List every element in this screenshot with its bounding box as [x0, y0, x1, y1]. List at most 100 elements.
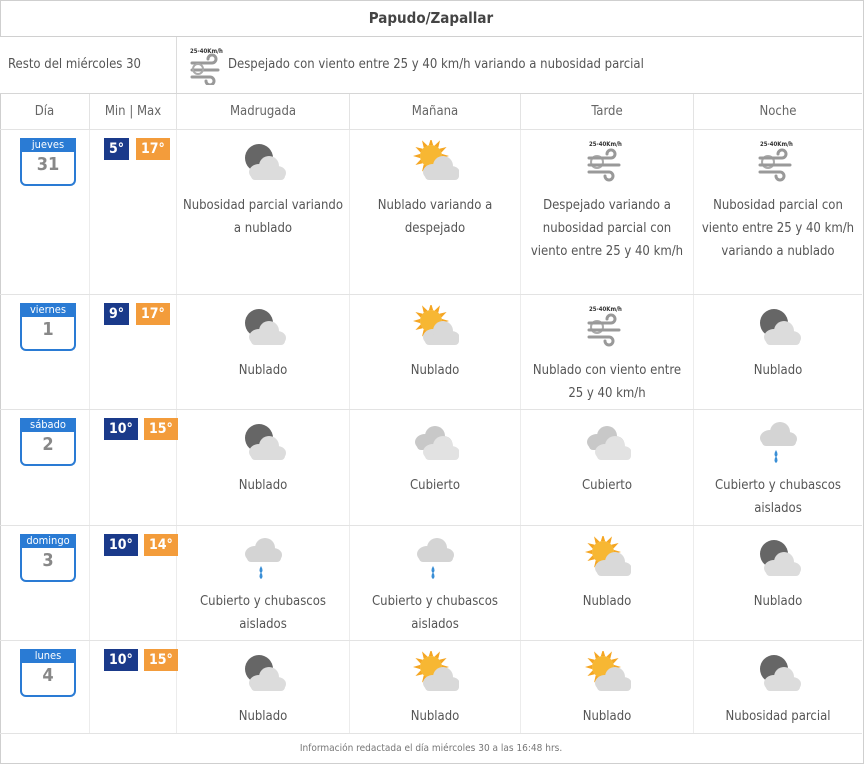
period-forecast: Cubierto y chubascos aislados — [372, 594, 498, 632]
period-forecast: Nublado — [410, 709, 460, 724]
wind-icon: 25-40Km/h — [587, 306, 622, 347]
overcast-icon — [415, 426, 459, 460]
night-cloudy-icon — [760, 309, 801, 345]
calendar-icon: sábado 2 — [20, 418, 76, 466]
period-forecast: Nublado — [753, 594, 803, 609]
day-number: 31 — [36, 154, 60, 175]
max-temp: 15° — [144, 649, 178, 671]
rain-cloud-icon — [417, 538, 454, 579]
period-forecast: Cubierto y chubascos aislados — [715, 478, 841, 516]
max-temp: 15° — [144, 418, 178, 440]
sun-cloud-icon — [413, 305, 459, 345]
divider — [176, 37, 177, 93]
period-cell: Cubierto y chubascos aislados — [177, 526, 350, 640]
weekday-label: sábado — [20, 418, 76, 432]
night-cloudy-icon — [760, 540, 801, 576]
day-cell: jueves 31 — [0, 130, 90, 294]
max-temp: 17° — [136, 303, 170, 325]
temp-cell: 10° 15° — [90, 641, 178, 733]
period-cell: Nubosidad parcial variando a nublado — [177, 130, 350, 294]
calendar-icon: viernes 1 — [20, 303, 76, 351]
sun-cloud-icon — [413, 651, 459, 691]
calendar-icon: jueves 31 — [20, 138, 76, 186]
sun-cloud-icon — [413, 140, 459, 180]
day-number: 1 — [42, 319, 54, 340]
wind-icon: 25-40Km/h — [587, 141, 622, 182]
forecast-row: domingo 3 10° 14° Cubierto y chubascos ais… — [0, 526, 862, 641]
day-cell: domingo 3 — [0, 526, 90, 640]
rest-of-day-forecast: Despejado con viento entre 25 y 40 km/h … — [228, 57, 644, 72]
forecast-row: viernes 1 9° 17° Nublado Nublado 25-40Km/h Nu… — [0, 295, 862, 410]
period-cell: Nublado — [177, 410, 350, 525]
weekday-label: domingo — [20, 534, 76, 548]
period-forecast: Cubierto — [409, 478, 460, 493]
period-forecast: Nublado — [582, 709, 632, 724]
period-cell: Nublado — [177, 295, 350, 409]
period-cell: Cubierto y chubascos aislados — [694, 410, 862, 525]
period-cell: Nublado — [521, 526, 694, 640]
min-temp: 9° — [104, 303, 130, 325]
period-forecast: Cubierto — [581, 478, 632, 493]
day-number: 3 — [42, 550, 54, 571]
weekday-label: jueves — [20, 138, 76, 152]
rain-cloud-icon — [760, 422, 797, 463]
temp-cell: 10° 14° — [90, 526, 178, 640]
period-cell: Nublado variando a despejado — [350, 130, 521, 294]
period-forecast: Nublado — [582, 594, 632, 609]
night-partly-cloudy-icon — [760, 655, 801, 691]
min-temp: 5° — [104, 138, 130, 160]
period-cell: Nublado — [350, 295, 521, 409]
period-cell: Nublado — [177, 641, 350, 733]
period-forecast: Despejado variando a nubosidad parcial c… — [530, 198, 684, 259]
period-forecast: Nublado — [238, 478, 288, 493]
period-cell: Nublado — [694, 295, 862, 409]
overcast-icon — [587, 426, 631, 460]
period-cell: Nublado — [694, 526, 862, 640]
min-temp: 10° — [104, 649, 138, 671]
weekday-label: lunes — [20, 649, 76, 663]
period-cell: Cubierto — [350, 410, 521, 525]
period-cell: 25-40Km/h Nubosidad parcial con viento en… — [694, 130, 862, 294]
period-cell: Nubosidad parcial — [694, 641, 862, 733]
calendar-icon: lunes 4 — [20, 649, 76, 697]
wind-badge: 25-40Km/h — [760, 141, 793, 148]
rest-of-day-row: Resto del miércoles 30 25-40Km/h Despeja… — [0, 37, 862, 94]
period-forecast: Nubosidad parcial con viento entre 25 y … — [701, 198, 855, 259]
night-partly-cloudy-icon — [245, 144, 286, 180]
rest-of-day-label: Resto del miércoles 30 — [8, 57, 141, 72]
header-day: Día — [0, 94, 90, 130]
calendar-icon: domingo 3 — [20, 534, 76, 582]
temp-cell: 9° 17° — [90, 295, 177, 409]
night-cloudy-icon — [245, 424, 286, 460]
day-cell: sábado 2 — [0, 410, 90, 525]
period-cell: Cubierto y chubascos aislados — [350, 526, 521, 640]
max-temp: 14° — [144, 534, 178, 556]
weekday-label: viernes — [20, 303, 76, 317]
forecast-row: sábado 2 10° 15° Nublado Cubierto Cubierto Cu… — [0, 410, 862, 526]
wind-icon: 25-40Km/h — [758, 141, 793, 182]
min-temp: 10° — [104, 418, 138, 440]
period-cell: Nublado — [521, 641, 694, 733]
period-cell: Cubierto — [521, 410, 694, 525]
wind-badge: 25-40Km/h — [190, 48, 223, 55]
max-temp: 17° — [136, 138, 170, 160]
period-cell: Nublado — [350, 641, 521, 733]
period-forecast: Nublado variando a despejado — [377, 198, 493, 236]
night-cloudy-icon — [245, 309, 286, 345]
header-minmax: Min | Max — [90, 94, 177, 130]
wind-icon: 25-40Km/h — [190, 48, 223, 85]
rain-cloud-icon — [245, 538, 282, 579]
footer-note: Información redactada el día miércoles 3… — [299, 742, 563, 754]
period-forecast: Nublado — [753, 363, 803, 378]
period-forecast: Nubosidad parcial — [725, 709, 831, 724]
period-forecast: Cubierto y chubascos aislados — [200, 594, 326, 632]
period-cell: 25-40Km/h Despejado variando a nubosidad … — [521, 130, 694, 294]
header-manana: Mañana — [350, 94, 521, 130]
day-number: 4 — [42, 665, 54, 686]
period-forecast: Nublado — [238, 709, 288, 724]
location-title: Papudo/Zapallar — [0, 0, 862, 37]
header-madrugada: Madrugada — [177, 94, 350, 130]
period-forecast: Nublado con viento entre 25 y 40 km/h — [532, 363, 682, 401]
period-forecast: Nubosidad parcial variando a nublado — [182, 198, 344, 236]
header-noche: Noche — [694, 94, 862, 130]
